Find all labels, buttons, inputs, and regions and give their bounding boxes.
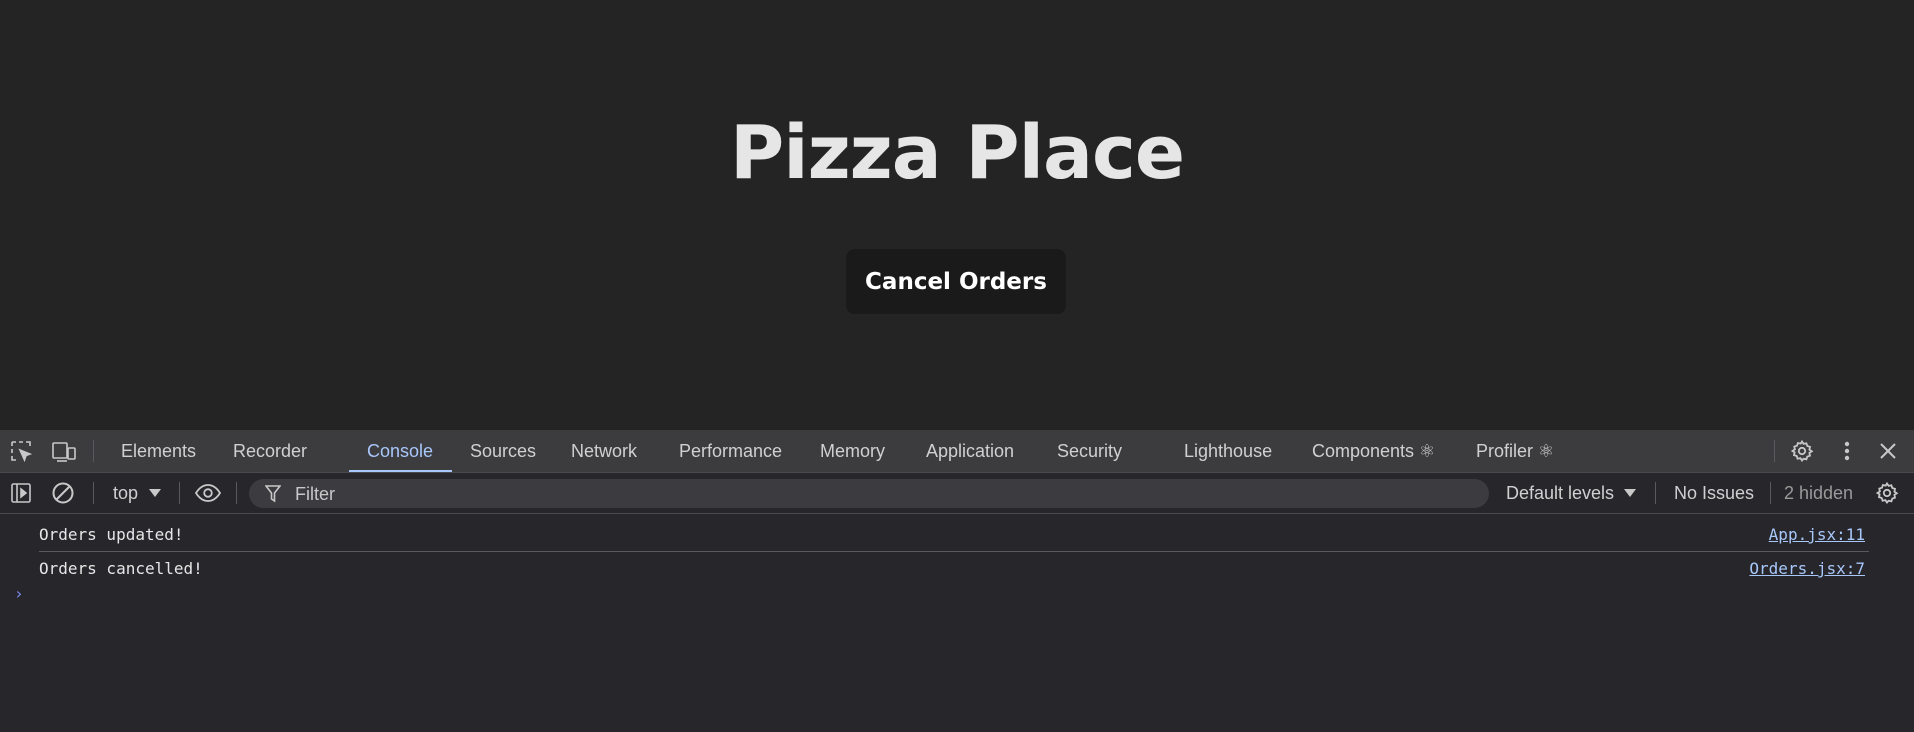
toolbar-separator [1770, 482, 1771, 504]
cancel-orders-button[interactable]: Cancel Orders [846, 249, 1066, 314]
console-toolbar: top Default levels No Issues 2 [0, 473, 1914, 514]
console-log-row: Orders updated! App.jsx:11 [0, 518, 1914, 551]
toolbar-separator [1655, 482, 1656, 504]
context-selector[interactable]: top [113, 473, 138, 513]
tab-recorder[interactable]: Recorder [233, 430, 307, 472]
close-icon[interactable] [1876, 439, 1900, 463]
eye-icon[interactable] [193, 481, 223, 505]
clear-console-icon[interactable] [51, 481, 75, 505]
console-log-row: Orders cancelled! Orders.jsx:7 [0, 552, 1914, 585]
filter-box [249, 479, 1489, 510]
tab-lighthouse[interactable]: Lighthouse [1184, 430, 1272, 472]
tab-performance[interactable]: Performance [679, 430, 782, 472]
dropdown-arrow-icon[interactable] [1623, 487, 1637, 499]
tab-elements[interactable]: Elements [121, 430, 196, 472]
toolbar-separator [179, 482, 180, 504]
sidebar-toggle-icon[interactable] [9, 481, 33, 505]
settings-gear-icon[interactable] [1789, 439, 1815, 463]
dropdown-arrow-icon[interactable] [148, 487, 162, 499]
app-viewport: Pizza Place Cancel Orders [0, 0, 1914, 430]
tab-network[interactable]: Network [571, 430, 637, 472]
page-title: Pizza Place [729, 110, 1185, 196]
hidden-count: 2 hidden [1784, 483, 1854, 503]
log-levels-selector[interactable]: Default levels [1506, 473, 1614, 513]
console-prompt[interactable]: › [14, 584, 24, 603]
active-tab-indicator [349, 470, 452, 472]
log-source-link[interactable]: Orders.jsx:7 [1749, 552, 1865, 585]
tab-components[interactable]: Components ⚛ [1312, 430, 1435, 472]
tab-profiler[interactable]: Profiler ⚛ [1476, 430, 1554, 472]
tab-application[interactable]: Application [926, 430, 1014, 472]
toolbar-separator [93, 482, 94, 504]
devtools-panel: Elements Recorder Console Sources Networ… [0, 430, 1914, 732]
inspect-element-icon[interactable] [9, 439, 33, 463]
tab-sources[interactable]: Sources [470, 430, 536, 472]
toolbar-separator [236, 482, 237, 504]
filter-input[interactable] [293, 479, 1477, 510]
more-vertical-icon[interactable] [1836, 439, 1858, 463]
log-message: Orders cancelled! [39, 559, 203, 578]
settings-gear-icon[interactable] [1874, 481, 1900, 505]
device-toggle-icon[interactable] [51, 439, 77, 463]
tab-security[interactable]: Security [1057, 430, 1122, 472]
issues-counter[interactable]: No Issues [1674, 473, 1754, 513]
tabbar-separator [93, 440, 94, 462]
filter-icon [264, 484, 282, 503]
devtools-tabbar: Elements Recorder Console Sources Networ… [0, 430, 1914, 473]
log-source-link[interactable]: App.jsx:11 [1769, 518, 1865, 551]
tabbar-separator [1774, 440, 1775, 462]
tab-console[interactable]: Console [367, 430, 433, 472]
log-message: Orders updated! [39, 525, 184, 544]
tab-memory[interactable]: Memory [820, 430, 885, 472]
